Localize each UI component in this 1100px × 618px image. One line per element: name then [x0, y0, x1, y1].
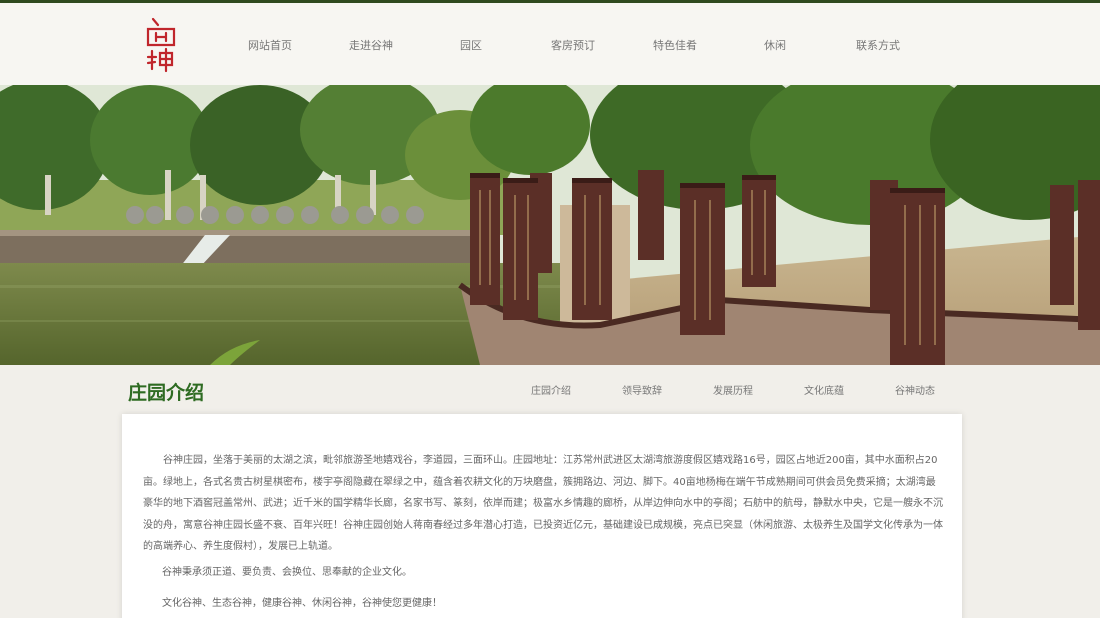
subnav-item-news[interactable]: 谷神动态: [895, 382, 935, 397]
subnav-item-leader-speech[interactable]: 领导致辞: [622, 382, 662, 397]
nav-item-booking[interactable]: 客房预订: [551, 37, 595, 53]
nav-item-cuisine[interactable]: 特色佳肴: [653, 37, 697, 53]
culture-paragraph: 谷神秉承须正道、要负责、会换位、思奉献的企业文化。: [162, 567, 412, 578]
site-header: 网站首页 走进谷神 园区 客房预订 特色佳肴 休闲 联系方式: [0, 3, 1100, 85]
main-nav: 网站首页 走进谷神 园区 客房预订 特色佳肴 休闲 联系方式: [0, 37, 1100, 57]
nav-item-about[interactable]: 走进谷神: [349, 37, 393, 53]
hero-banner: [0, 85, 1100, 365]
nav-item-leisure[interactable]: 休闲: [764, 37, 786, 53]
intro-line: 养生度假村），发展已上轨道。: [203, 541, 338, 552]
nav-item-home[interactable]: 网站首页: [248, 37, 292, 53]
intro-paragraph: 谷神庄园，坐落于美丽的太湖之滨，毗邻旅游圣地嬉戏谷，李道园，三面环山。庄园地址：…: [143, 450, 943, 558]
content-card: 谷神庄园，坐落于美丽的太湖之滨，毗邻旅游圣地嬉戏谷，李道园，三面环山。庄园地址：…: [122, 414, 962, 618]
subnav-item-intro[interactable]: 庄园介绍: [531, 382, 571, 397]
section-title: 庄园介绍: [128, 382, 205, 404]
slogan-paragraph: 文化谷神、生态谷神，健康谷神、休闲谷神，谷神使您更健康！: [162, 598, 442, 609]
garden-photo: [0, 85, 1100, 365]
subnav-item-culture[interactable]: 文化底蕴: [804, 382, 844, 397]
subnav-item-history[interactable]: 发展历程: [713, 382, 753, 397]
nav-item-contact[interactable]: 联系方式: [856, 37, 900, 53]
nav-item-park[interactable]: 园区: [460, 37, 482, 53]
